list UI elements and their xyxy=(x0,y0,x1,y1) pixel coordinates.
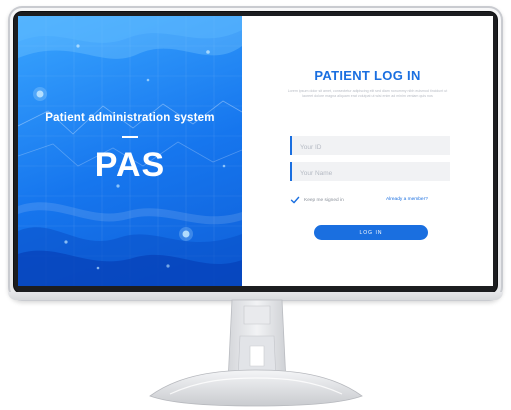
login-panel: PATIENT LOG IN Lorem ipsum dolor sit ame… xyxy=(242,16,493,286)
id-field[interactable] xyxy=(290,136,450,157)
login-description: Lorem ipsum dolor sit amet, consectetur … xyxy=(287,89,448,98)
brand-divider xyxy=(122,136,138,138)
id-input[interactable] xyxy=(292,138,450,157)
monitor-mockup: Patient administration system PAS PATIEN… xyxy=(0,0,511,410)
brand-subtitle: Patient administration system xyxy=(45,112,215,124)
already-member-link[interactable]: Already a member? xyxy=(386,197,428,202)
keep-signed-in-checkbox[interactable]: Keep me signed in xyxy=(290,195,344,205)
check-icon[interactable] xyxy=(290,195,300,205)
name-input[interactable] xyxy=(292,164,450,183)
brand-title: PAS xyxy=(94,146,166,184)
name-field[interactable] xyxy=(290,162,450,183)
login-title: PATIENT LOG IN xyxy=(314,68,421,83)
login-button[interactable]: LOG IN xyxy=(314,225,428,240)
monitor-stand xyxy=(149,299,363,407)
monitor-screen: Patient administration system PAS PATIEN… xyxy=(18,16,493,286)
brand-panel: Patient administration system PAS xyxy=(18,16,242,286)
keep-signed-in-label: Keep me signed in xyxy=(304,197,344,203)
